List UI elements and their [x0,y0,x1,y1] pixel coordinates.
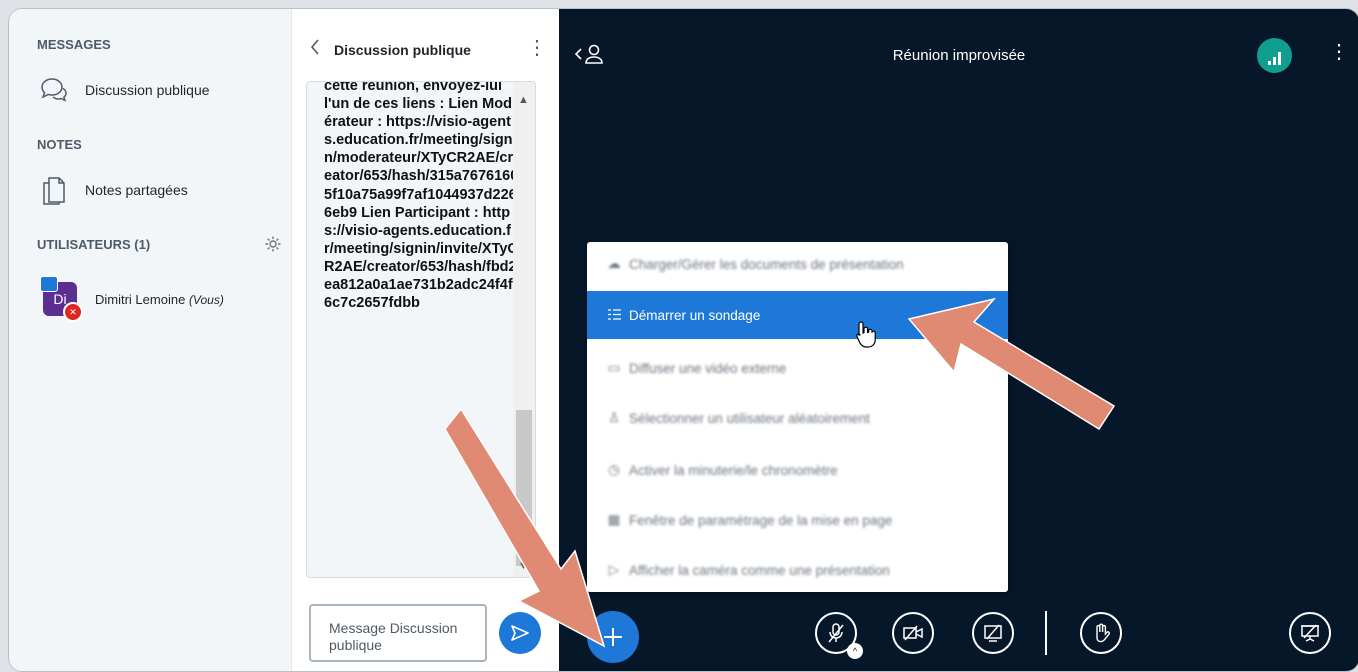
menu-item-label: Sélectionner un utilisateur aléatoiremen… [629,410,870,426]
chat-message-list[interactable]: cette réunion, envoyez-lui l'un de ces l… [306,81,536,578]
menu-item-camera-as-content[interactable]: ▷ Afficher la caméra comme une présentat… [587,548,1008,592]
share-screen-button[interactable] [972,612,1014,654]
user-name: Dimitri Lemoine [95,291,186,307]
camera-icon: ▷ [608,562,620,577]
kebab-menu-icon[interactable]: ⋮ [527,38,547,58]
sidebar-item-label: Notes partagées [85,182,188,198]
send-button[interactable] [499,612,541,654]
app-window: MESSAGES Discussion publique NOTES Notes… [8,8,1358,672]
hand-icon [1096,623,1110,643]
menu-item-random-user[interactable]: ♙ Sélectionner un utilisateur aléatoirem… [587,396,1008,440]
random-user-icon: ♙ [607,410,621,425]
messages-heading: MESSAGES [37,37,111,52]
user-list-item[interactable]: Di ✕ Dimitri Lemoine (Vous) [40,276,224,322]
sidebar-item-shared-notes[interactable]: Notes partagées [37,173,188,207]
notes-icon [37,173,71,207]
layout-icon: ▦ [607,512,621,527]
connection-status-icon[interactable] [1257,38,1292,73]
camera-off-icon [903,625,923,641]
chevron-left-icon[interactable] [310,39,320,60]
actions-plus-button[interactable] [587,611,639,663]
sidebar-item-label: Discussion publique [85,82,210,98]
users-heading: UTILISATEURS (1) [37,237,151,252]
menu-item-timer[interactable]: ◷ Activer la minuterie/le chronomètre [587,448,1008,492]
meeting-title: Réunion improvisée [892,47,1026,64]
menu-item-label: Charger/Gérer les documents de présentat… [629,256,904,272]
actions-menu: ☁ Charger/Gérer les documents de présent… [587,242,1008,592]
menu-item-label: Afficher la caméra comme une présentatio… [629,562,890,578]
message-input-placeholder: Message Discussion publique [329,620,458,653]
chat-title: Discussion publique [334,41,471,58]
controls-divider [1045,611,1047,655]
menu-item-upload-presentation[interactable]: ☁ Charger/Gérer les documents de présent… [587,242,1008,286]
upload-icon: ☁ [607,256,621,271]
chat-panel: Discussion publique ⋮ cette réunion, env… [291,9,559,671]
you-tag: (Vous) [188,292,224,307]
avatar: Di ✕ [40,276,83,322]
scrollbar[interactable]: ▲ ▼ [513,82,535,577]
meeting-area: Réunion improvisée ⋮ ☁ Charger/Gérer les… [559,9,1358,671]
presenter-icon [40,276,58,292]
menu-item-label: Activer la minuterie/le chronomètre [629,462,838,478]
menu-item-label: Démarrer un sondage [629,307,761,323]
presentation-toggle-button[interactable] [1289,612,1331,654]
hand-cursor-icon [856,321,876,348]
menu-item-external-video[interactable]: ▭ Diffuser une vidéo externe [587,346,1008,390]
sidebar-item-public-chat[interactable]: Discussion publique [37,73,210,107]
notes-heading: NOTES [37,137,82,152]
menu-item-start-poll[interactable]: Démarrer un sondage [587,291,1008,339]
chat-header[interactable]: Discussion publique [310,39,471,60]
sidebar: MESSAGES Discussion publique NOTES Notes… [9,9,291,671]
menu-item-label: Diffuser une vidéo externe [629,360,787,376]
timer-icon: ◷ [608,462,620,477]
chat-message: cette réunion, envoyez-lui l'un de ces l… [324,81,519,312]
chevron-up-icon[interactable]: ^ [847,643,863,659]
scrollbar-thumb[interactable] [516,410,532,566]
poll-icon [607,308,621,323]
menu-item-label: Fenêtre de paramétrage de la mise en pag… [629,512,893,528]
share-webcam-button[interactable] [892,612,934,654]
menu-item-layout-settings[interactable]: ▦ Fenêtre de paramétrage de la mise en p… [587,498,1008,542]
gear-icon[interactable] [264,235,282,253]
message-input[interactable]: Message Discussion publique [309,604,487,662]
kebab-menu-icon[interactable]: ⋮ [1329,42,1349,62]
scroll-up-icon[interactable]: ▲ [518,94,529,106]
screen-share-off-icon [984,624,1002,642]
raise-hand-button[interactable] [1080,612,1122,654]
scroll-down-icon[interactable]: ▼ [518,560,529,572]
chat-bubbles-icon [37,73,71,107]
external-video-icon: ▭ [607,360,621,375]
presentation-off-icon [1301,624,1319,642]
mic-muted-icon: ✕ [63,302,83,322]
mic-off-icon [828,623,844,643]
